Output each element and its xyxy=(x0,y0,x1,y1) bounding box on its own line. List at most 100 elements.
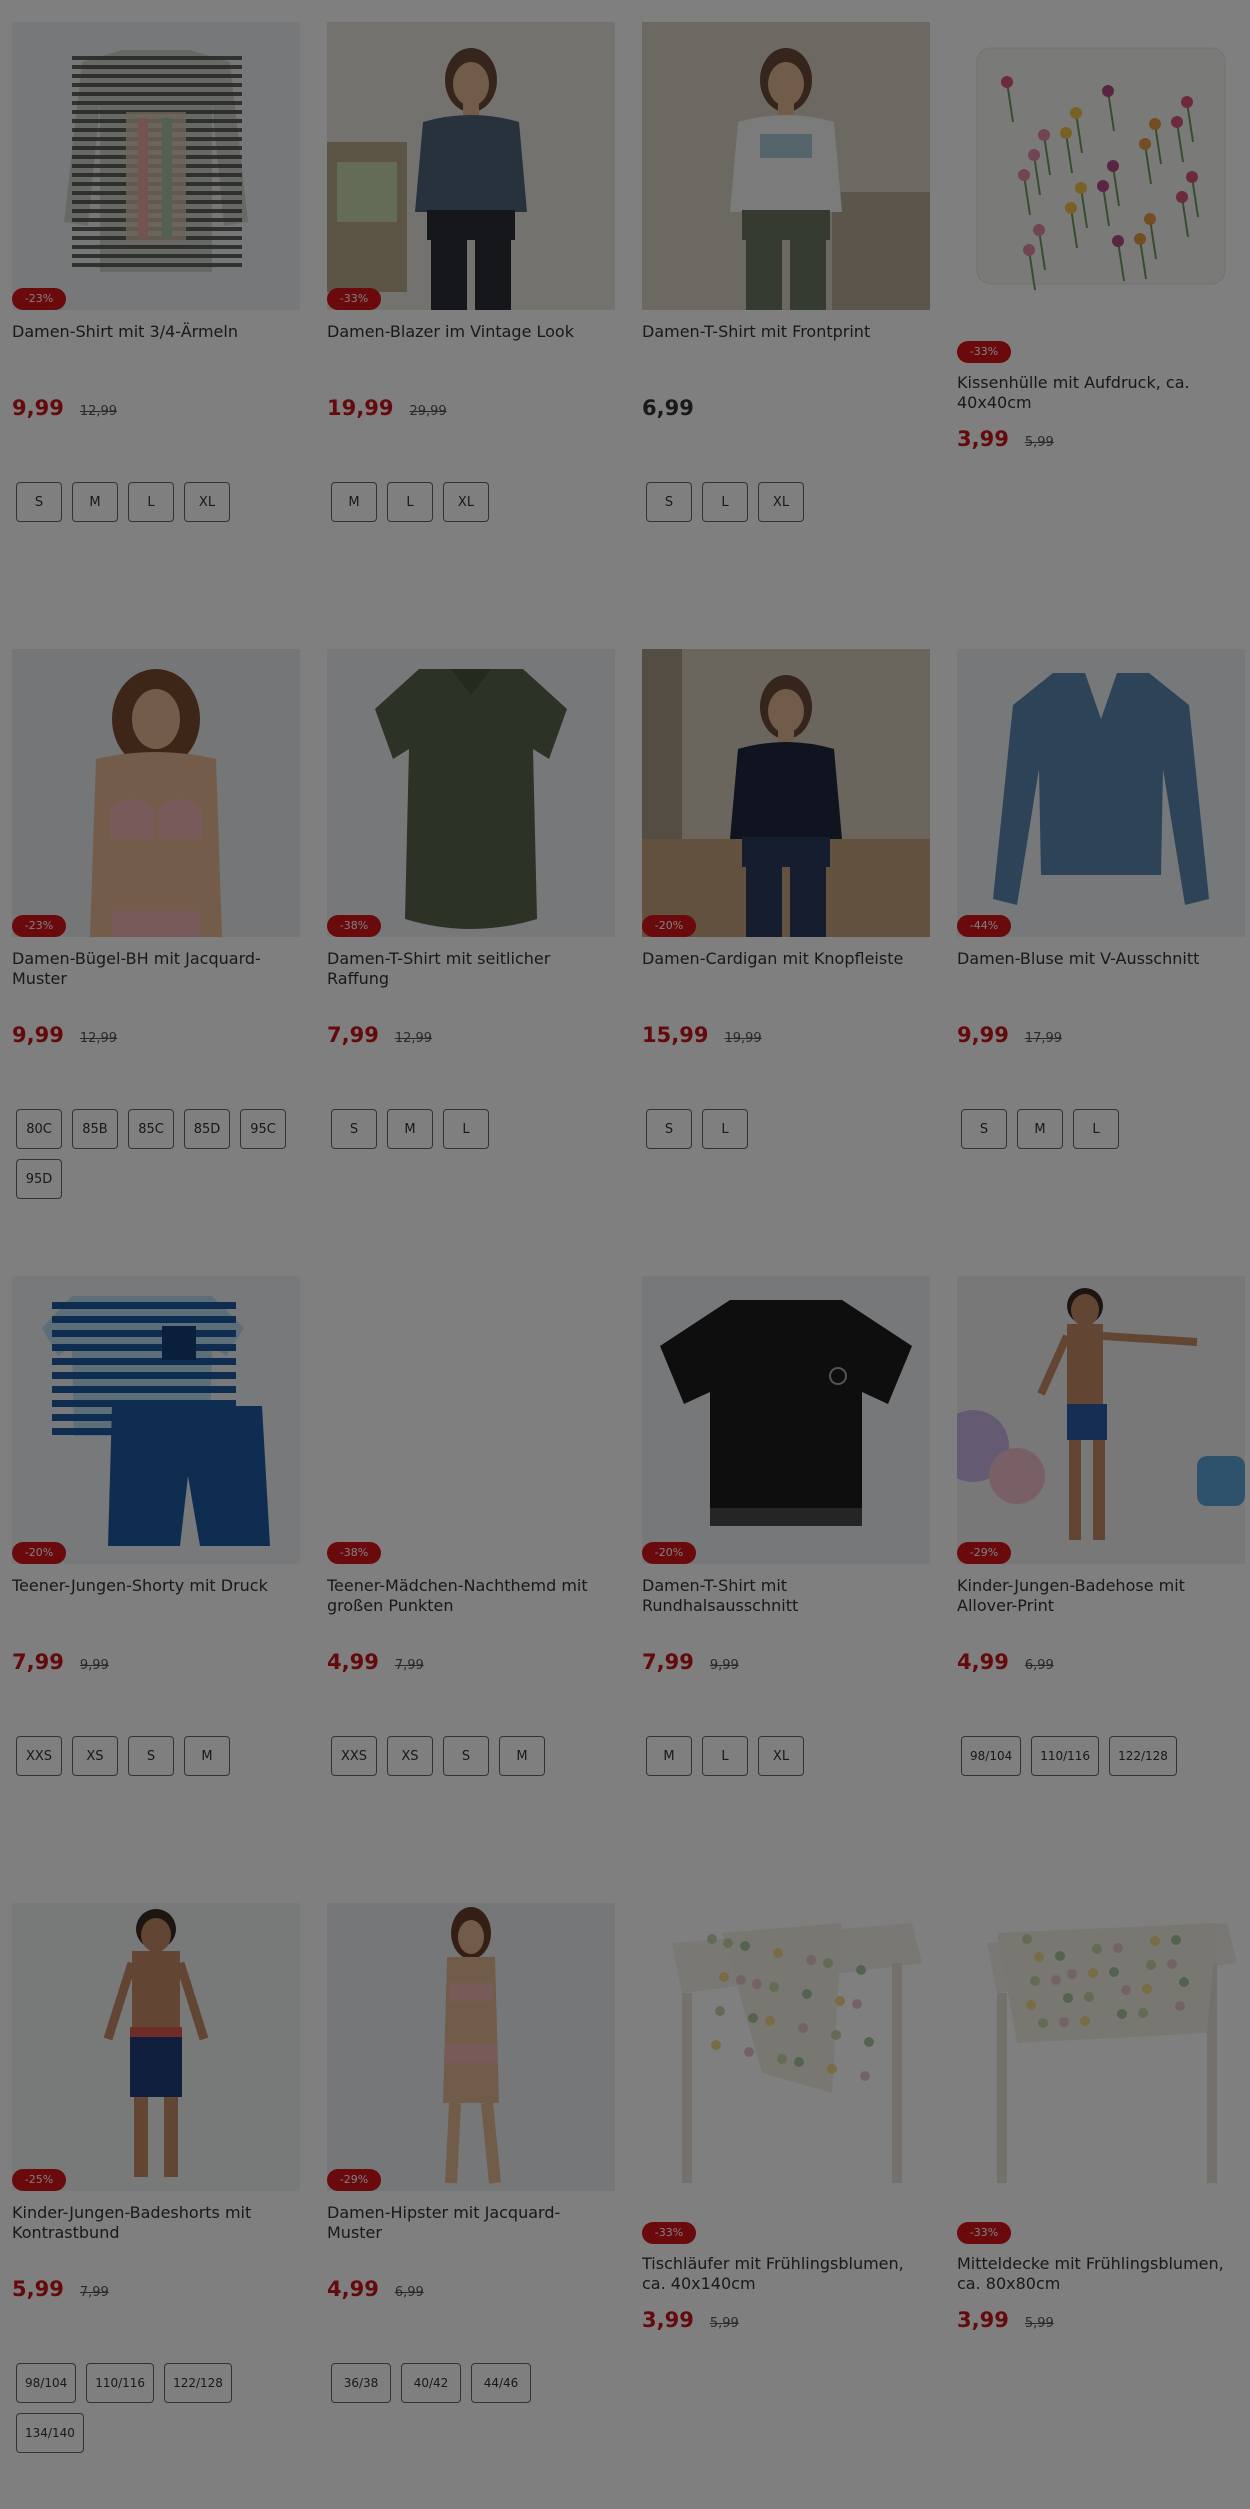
size-button[interactable]: M xyxy=(331,482,377,522)
size-button[interactable]: M xyxy=(184,1736,230,1776)
size-button[interactable]: 95C xyxy=(240,1109,286,1149)
product-card[interactable]: -20% Damen-T-Shirt mit Rundhalsausschnitt… xyxy=(642,1276,930,1903)
original-price: 12,99 xyxy=(79,404,118,419)
product-image[interactable] xyxy=(642,1903,930,2191)
size-button[interactable]: M xyxy=(72,482,118,522)
product-title[interactable]: Kinder-Jungen-Badeshorts mit Kontrastbun… xyxy=(12,2203,300,2243)
product-image[interactable] xyxy=(327,22,615,310)
product-image[interactable] xyxy=(12,1903,300,2191)
size-button[interactable]: 85D xyxy=(184,1109,230,1149)
product-card[interactable]: -20% Damen-Cardigan mit Knopfleiste 15,99 1… xyxy=(642,649,930,1276)
product-image[interactable] xyxy=(12,22,300,310)
size-button[interactable]: 122/128 xyxy=(1109,1736,1177,1776)
product-title[interactable]: Mitteldecke mit Frühlingsblumen, ca. 80x… xyxy=(957,2254,1245,2294)
product-image[interactable] xyxy=(327,1903,615,2191)
product-title[interactable]: Damen-Bluse mit V-Ausschnitt xyxy=(957,949,1245,989)
product-title[interactable]: Damen-Cardigan mit Knopfleiste xyxy=(642,949,930,989)
product-card[interactable]: -33% Mitteldecke mit Frühlingsblumen, ca.… xyxy=(957,1903,1245,2509)
product-card[interactable]: -23% Damen-Shirt mit 3/4-Ärmeln 9,99 12,99 S… xyxy=(12,22,300,649)
size-button[interactable]: 110/116 xyxy=(86,2363,155,2403)
product-card[interactable]: -23% Damen-Bügel-BH mit Jacquard-Muster 9,… xyxy=(12,649,300,1276)
product-card[interactable]: -29% Damen-Hipster mit Jacquard-Muster 4,9… xyxy=(327,1903,615,2509)
product-title[interactable]: Damen-Hipster mit Jacquard-Muster xyxy=(327,2203,615,2243)
size-button[interactable]: S xyxy=(961,1109,1007,1149)
size-button[interactable]: XS xyxy=(387,1736,433,1776)
product-title[interactable]: Teener-Jungen-Shorty mit Druck xyxy=(12,1576,300,1616)
product-card[interactable]: -33% Tischläufer mit Frühlingsblumen, ca.… xyxy=(642,1903,930,2509)
product-card[interactable]: -29% Kinder-Jungen-Badehose mit Allover-P… xyxy=(957,1276,1245,1903)
size-button[interactable]: 134/140 xyxy=(16,2413,84,2453)
product-card[interactable]: -25% Kinder-Jungen-Badeshorts mit Kontras… xyxy=(12,1903,300,2509)
product-title[interactable]: Kinder-Jungen-Badehose mit Allover-Print xyxy=(957,1576,1245,1616)
product-image[interactable] xyxy=(957,649,1245,937)
product-title[interactable]: Kissenhülle mit Aufdruck, ca. 40x40cm xyxy=(957,373,1245,413)
original-price: 7,99 xyxy=(79,2285,109,2300)
product-image[interactable] xyxy=(12,1276,300,1564)
size-button[interactable]: M xyxy=(646,1736,692,1776)
product-image[interactable] xyxy=(327,1276,615,1564)
product-card[interactable]: -38% Damen-T-Shirt mit seitlicher Raffung… xyxy=(327,649,615,1276)
original-price: 19,99 xyxy=(724,1031,762,1046)
size-button[interactable]: L xyxy=(1073,1109,1119,1149)
product-title[interactable]: Damen-T-Shirt mit seitlicher Raffung xyxy=(327,949,615,989)
size-button[interactable]: M xyxy=(1017,1109,1063,1149)
product-title[interactable]: Damen-T-Shirt mit Frontprint xyxy=(642,322,930,362)
size-button[interactable]: S xyxy=(331,1109,377,1149)
product-card[interactable]: -20% Teener-Jungen-Shorty mit Druck 7,99 9,… xyxy=(12,1276,300,1903)
size-button[interactable]: XS xyxy=(72,1736,118,1776)
size-button[interactable]: S xyxy=(646,1109,692,1149)
product-title[interactable]: Damen-T-Shirt mit Rundhalsausschnitt xyxy=(642,1576,930,1616)
product-image[interactable] xyxy=(642,22,930,310)
product-image[interactable] xyxy=(327,649,615,937)
product-image[interactable] xyxy=(957,22,1245,310)
product-image[interactable] xyxy=(642,1276,930,1564)
product-title[interactable]: Damen-Bügel-BH mit Jacquard-Muster xyxy=(12,949,300,989)
size-button[interactable]: L xyxy=(702,1736,748,1776)
product-card[interactable]: Damen-T-Shirt mit Frontprint 6,99 S L XL xyxy=(642,22,930,649)
size-button[interactable]: 98/104 xyxy=(16,2363,77,2403)
size-button[interactable]: 85C xyxy=(128,1109,174,1149)
size-button[interactable]: 122/128 xyxy=(164,2363,232,2403)
size-button[interactable]: XL xyxy=(758,482,804,522)
price-row: 3,99 5,99 xyxy=(957,427,1245,451)
product-card[interactable]: -33% Damen-Blazer im Vintage Look 19,99 29,… xyxy=(327,22,615,649)
size-button[interactable]: S xyxy=(128,1736,174,1776)
size-button[interactable]: 85B xyxy=(72,1109,118,1149)
discount-badge: -20% xyxy=(642,915,696,937)
size-button[interactable]: XXS xyxy=(16,1736,62,1776)
size-button[interactable]: S xyxy=(646,482,692,522)
size-button[interactable]: L xyxy=(702,482,748,522)
size-button[interactable]: S xyxy=(16,482,62,522)
size-button[interactable]: 40/42 xyxy=(401,2363,461,2403)
size-button[interactable]: L xyxy=(387,482,433,522)
product-card[interactable]: -44% Damen-Bluse mit V-Ausschnitt 9,99 17,9… xyxy=(957,649,1245,1276)
size-button[interactable]: 98/104 xyxy=(961,1736,1022,1776)
size-button[interactable]: 36/38 xyxy=(331,2363,391,2403)
product-image[interactable] xyxy=(957,1903,1245,2191)
product-title[interactable]: Teener-Mädchen-Nachthemd mit großen Punk… xyxy=(327,1576,615,1616)
product-title[interactable]: Damen-Shirt mit 3/4-Ärmeln xyxy=(12,322,300,362)
size-button[interactable]: L xyxy=(702,1109,748,1149)
product-card[interactable]: -33% Kissenhülle mit Aufdruck, ca. 40x40c… xyxy=(957,22,1245,649)
product-title[interactable]: Damen-Blazer im Vintage Look xyxy=(327,322,615,362)
size-button[interactable]: L xyxy=(443,1109,489,1149)
size-button[interactable]: XL xyxy=(443,482,489,522)
size-button[interactable]: 95D xyxy=(16,1159,62,1199)
size-options: 80C 85B 85C 85D 95C 95D xyxy=(16,1109,300,1199)
product-image[interactable] xyxy=(12,649,300,937)
product-card[interactable]: -38% Teener-Mädchen-Nachthemd mit großen … xyxy=(327,1276,615,1903)
size-button[interactable]: L xyxy=(128,482,174,522)
product-image[interactable] xyxy=(957,1276,1245,1564)
price-row: 3,99 5,99 xyxy=(957,2308,1245,2332)
size-button[interactable]: XL xyxy=(758,1736,804,1776)
product-title[interactable]: Tischläufer mit Frühlingsblumen, ca. 40x… xyxy=(642,2254,930,2294)
size-button[interactable]: 44/46 xyxy=(471,2363,531,2403)
product-image[interactable] xyxy=(642,649,930,937)
size-button[interactable]: XXS xyxy=(331,1736,377,1776)
size-button[interactable]: M xyxy=(387,1109,433,1149)
size-button[interactable]: M xyxy=(499,1736,545,1776)
size-button[interactable]: 110/116 xyxy=(1031,1736,1100,1776)
size-button[interactable]: S xyxy=(443,1736,489,1776)
size-button[interactable]: XL xyxy=(184,482,230,522)
size-button[interactable]: 80C xyxy=(16,1109,62,1149)
